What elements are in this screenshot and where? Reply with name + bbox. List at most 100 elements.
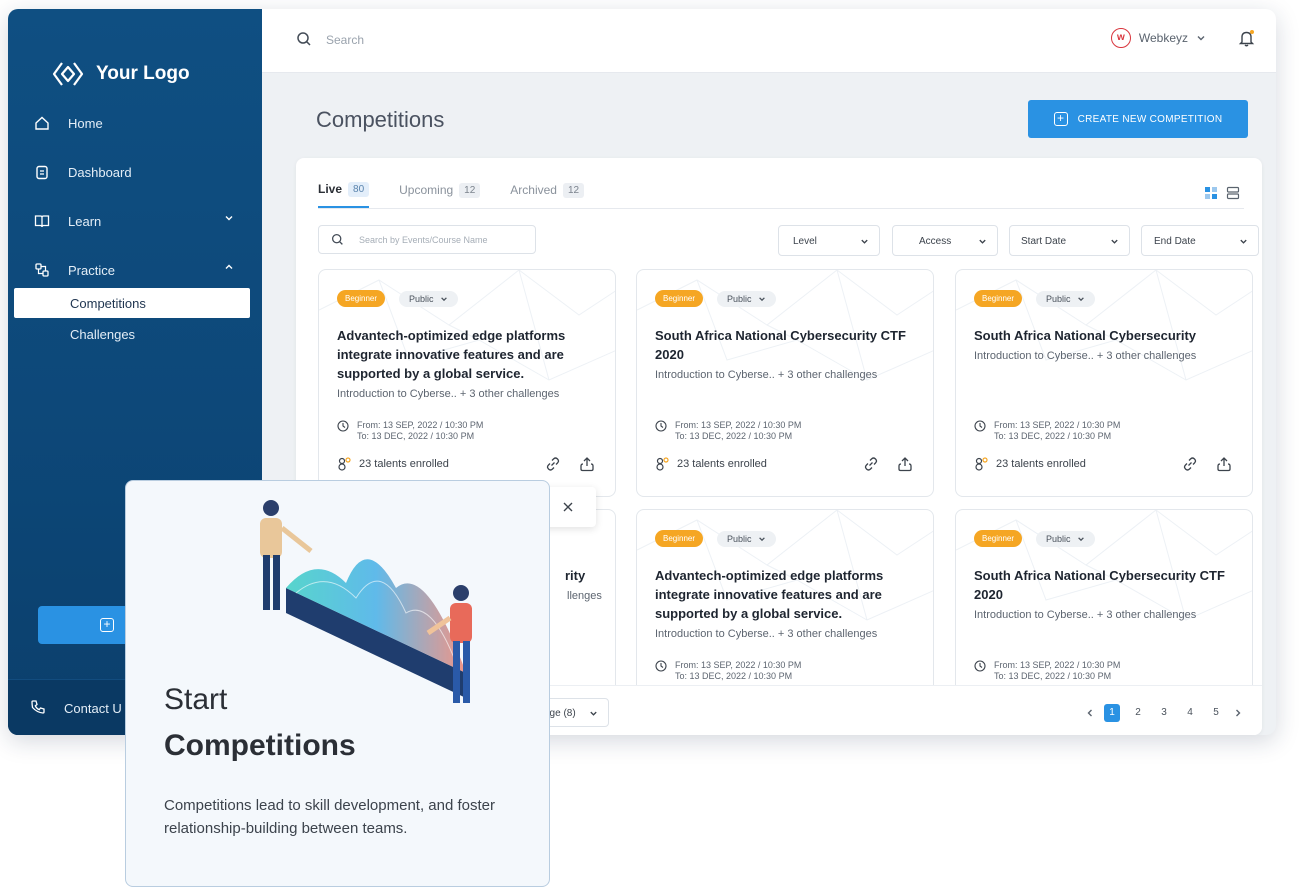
- users-icon: [975, 457, 988, 471]
- access-label: Public: [727, 293, 752, 304]
- sidebar-item-practice[interactable]: Practice: [34, 258, 234, 282]
- tab-archived[interactable]: Archived 12: [510, 180, 585, 208]
- level-select[interactable]: Level: [778, 225, 880, 256]
- access-dropdown[interactable]: Public: [1036, 530, 1095, 547]
- close-icon: [563, 502, 573, 512]
- sidebar-item-label: Practice: [68, 262, 115, 278]
- contact-us-link[interactable]: Contact U: [64, 701, 122, 716]
- level-select-value: Level: [793, 236, 817, 247]
- card-date-to: To: 13 DEC, 2022 / 10:30 PM: [675, 431, 793, 441]
- create-competition-button[interactable]: + CREATE NEW COMPETITION: [1028, 100, 1248, 138]
- enrolled-count: 23 talents enrolled: [337, 457, 449, 471]
- top-bar: Search w Webkeyz: [262, 9, 1276, 73]
- clock-icon: [974, 420, 986, 432]
- sidebar-subitem-competitions[interactable]: Competitions: [14, 288, 250, 318]
- page-button[interactable]: 5: [1208, 704, 1224, 722]
- share-icon[interactable]: [579, 456, 595, 472]
- plus-icon: +: [1053, 112, 1068, 126]
- card-tags: Beginner Public: [974, 530, 1095, 547]
- access-select[interactable]: Access: [892, 225, 998, 256]
- card-dates: From: 13 SEP, 2022 / 10:30 PM To: 13 DEC,…: [655, 660, 801, 682]
- access-dropdown[interactable]: Public: [717, 530, 776, 547]
- tab-upcoming[interactable]: Upcoming 12: [399, 180, 481, 208]
- practice-icon: [35, 263, 49, 277]
- link-icon[interactable]: [863, 456, 879, 472]
- sidebar-subitem-challenges[interactable]: Challenges: [70, 327, 135, 342]
- chevron-left-icon[interactable]: [1086, 708, 1094, 718]
- page-button[interactable]: 4: [1182, 704, 1198, 722]
- tab-count-badge: 80: [348, 181, 370, 197]
- logo-text: Your Logo: [96, 63, 190, 84]
- page-button[interactable]: 2: [1130, 704, 1146, 722]
- sidebar-item-label: Learn: [68, 213, 102, 229]
- chevron-right-icon[interactable]: [1234, 708, 1242, 718]
- link-icon[interactable]: [545, 456, 561, 472]
- clock-icon: [974, 660, 986, 672]
- logo[interactable]: Your Logo: [52, 61, 190, 87]
- level-badge: Beginner: [974, 290, 1023, 307]
- event-search-input[interactable]: Search by Events/Course Name: [318, 225, 536, 254]
- header-search-input[interactable]: Search: [326, 33, 364, 47]
- card-dates: From: 13 SEP, 2022 / 10:30 PM To: 13 DEC,…: [974, 660, 1120, 682]
- card-dates: From: 13 SEP, 2022 / 10:30 PM To: 13 DEC,…: [974, 420, 1120, 442]
- sidebar-item-learn[interactable]: Learn: [34, 209, 234, 233]
- card-title: South Africa National Cybersecurity: [974, 328, 1197, 343]
- card-actions: [1182, 456, 1232, 472]
- search-placeholder: Search by Events/Course Name: [359, 235, 488, 245]
- chevron-down-icon: [861, 239, 868, 244]
- access-dropdown[interactable]: Public: [399, 290, 458, 307]
- enrolled-text: 23 talents enrolled: [996, 458, 1086, 470]
- card-date-from: From: 13 SEP, 2022 / 10:30 PM: [994, 660, 1121, 670]
- page-button[interactable]: 1: [1104, 704, 1120, 722]
- tab-live[interactable]: Live 80: [318, 180, 370, 208]
- share-icon[interactable]: [1216, 456, 1232, 472]
- page-button[interactable]: 3: [1156, 704, 1172, 722]
- level-badge: Beginner: [337, 290, 386, 307]
- competition-card[interactable]: Beginner Public South Africa National Cy…: [955, 269, 1253, 497]
- users-icon: [656, 457, 669, 471]
- level-badge: Beginner: [655, 530, 704, 547]
- sidebar-item-label: Home: [68, 115, 103, 131]
- sidebar-item-home[interactable]: Home: [34, 111, 234, 135]
- link-icon[interactable]: [1182, 456, 1198, 472]
- end-date-value: End Date: [1154, 236, 1196, 247]
- competition-card[interactable]: Beginner Public Advantech-optimized edge…: [318, 269, 616, 497]
- competition-card[interactable]: Beginner Public South Africa National Cy…: [636, 269, 934, 497]
- access-dropdown[interactable]: Public: [717, 290, 776, 307]
- card-date-to: To: 13 DEC, 2022 / 10:30 PM: [994, 671, 1112, 681]
- users-icon: [338, 457, 351, 471]
- user-menu[interactable]: w Webkeyz: [1110, 28, 1206, 48]
- card-dates: From: 13 SEP, 2022 / 10:30 PM To: 13 DEC,…: [655, 420, 801, 442]
- clock-icon: [655, 660, 667, 672]
- card-title: rity: [565, 568, 586, 583]
- list-view-icon[interactable]: [1226, 186, 1240, 200]
- search-icon: [331, 233, 343, 245]
- chevron-down-icon: [1111, 239, 1118, 244]
- access-dropdown[interactable]: Public: [1036, 290, 1095, 307]
- user-name: Webkeyz: [1138, 31, 1188, 45]
- card-title: South Africa National Cybersecurity CTF …: [655, 328, 906, 362]
- tab-label: Live: [318, 182, 343, 196]
- tab-label: Archived: [510, 183, 557, 197]
- card-subtitle: Introduction to Cyberse.. + 3 other chal…: [974, 609, 1197, 621]
- start-date-select[interactable]: Start Date: [1009, 225, 1130, 256]
- sidebar-item-dashboard[interactable]: Dashboard: [34, 160, 234, 184]
- card-date-to: To: 13 DEC, 2022 / 10:30 PM: [994, 431, 1112, 441]
- promo-title-line1: Start: [164, 683, 228, 716]
- card-date-from: From: 13 SEP, 2022 / 10:30 PM: [675, 420, 802, 430]
- chevron-down-icon: [1197, 36, 1205, 41]
- share-icon[interactable]: [897, 456, 913, 472]
- create-competition-label: CREATE NEW COMPETITION: [1077, 113, 1223, 125]
- logo-icon: [52, 62, 84, 86]
- notification-bell-icon[interactable]: [1238, 28, 1256, 48]
- chevron-down-icon: [1077, 536, 1084, 541]
- chevron-down-icon: [979, 239, 986, 244]
- chevron-down-icon: [758, 536, 765, 541]
- end-date-select[interactable]: End Date: [1141, 225, 1259, 256]
- card-subtitle: Introduction to Cyberse.. + 3 other chal…: [655, 628, 878, 640]
- tab-label: Upcoming: [399, 183, 454, 197]
- grid-view-icon[interactable]: [1204, 186, 1218, 200]
- book-icon: [34, 215, 50, 228]
- chevron-down-icon: [440, 296, 447, 301]
- card-title: Advantech-optimized edge platforms integ…: [337, 328, 566, 381]
